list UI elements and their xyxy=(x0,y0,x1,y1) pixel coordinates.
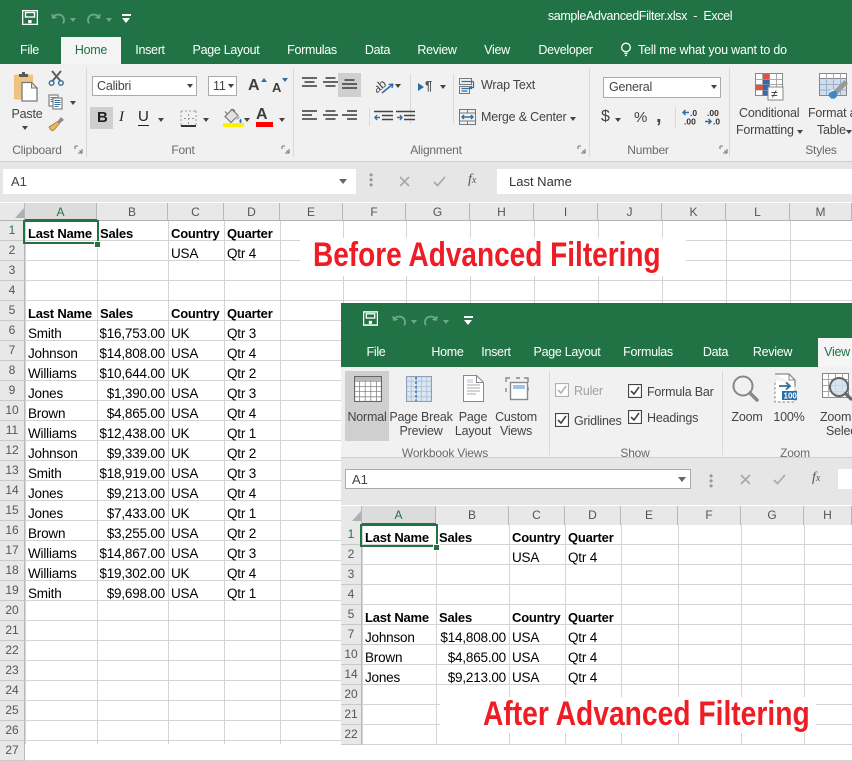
svg-text:≠: ≠ xyxy=(771,87,778,101)
svg-text:.00: .00 xyxy=(684,117,696,127)
svg-text:.0: .0 xyxy=(713,117,720,127)
svg-text:100: 100 xyxy=(784,392,798,401)
